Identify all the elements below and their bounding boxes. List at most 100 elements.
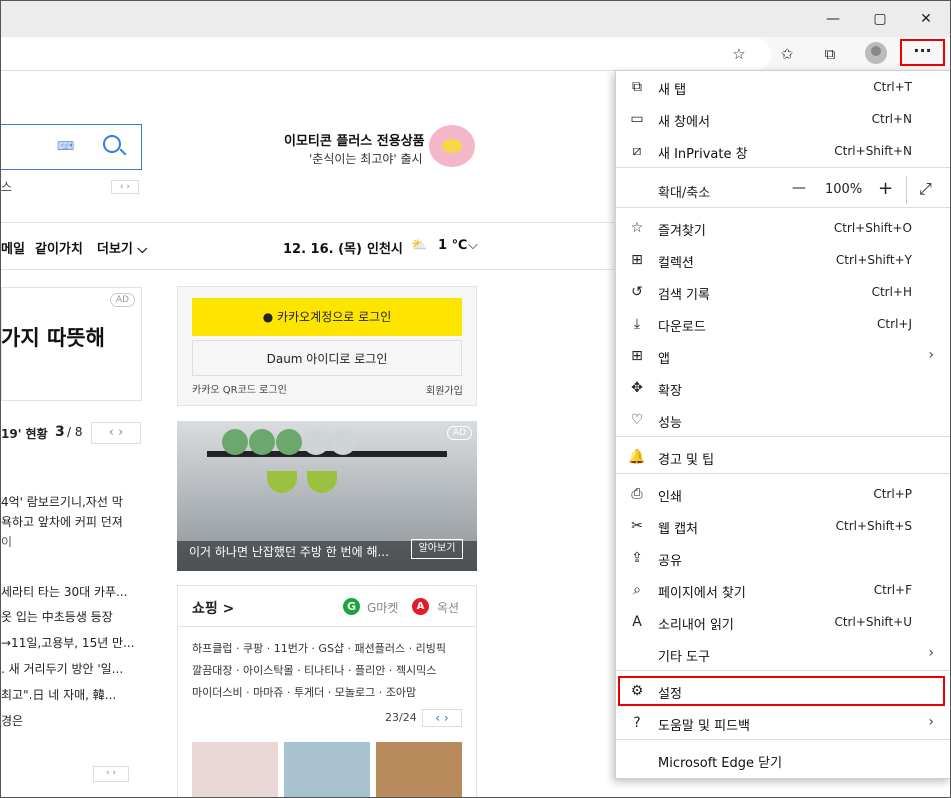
history-icon: ↺ — [631, 284, 643, 300]
zoom-in-button[interactable]: + — [878, 178, 893, 199]
menu-item-share[interactable]: ⇪ 공유 — [616, 542, 950, 574]
add-favorite-icon[interactable]: ☆ — [728, 44, 750, 64]
news-item[interactable]: 욕하고 앞차에 커피 던져 — [1, 513, 123, 530]
inprivate-icon: ⧄ — [632, 143, 642, 159]
search-icon[interactable] — [103, 135, 121, 153]
profile-avatar[interactable] — [865, 42, 887, 64]
product-thumbnail[interactable] — [376, 742, 462, 797]
find-icon: ⌕ — [633, 582, 641, 598]
dish-ad-caption[interactable]: 이거 하나면 난잡했던 주방 한 번에 해... — [189, 543, 389, 560]
weather-temp[interactable]: 1 ℃ — [438, 238, 467, 253]
rank-total: / 8 — [67, 425, 83, 439]
product-thumbnail[interactable] — [284, 742, 370, 797]
menu-item-collections[interactable]: ⊞ 컬렉션 Ctrl+Shift+Y — [616, 244, 950, 276]
auction-link[interactable]: 옥션 — [437, 599, 459, 616]
learn-more-button[interactable]: 알아보기 — [411, 539, 463, 559]
menu-item-label: 웹 캡처 — [658, 522, 699, 537]
ad-headline[interactable]: 가지 따뜻해 — [1, 322, 105, 352]
address-bar[interactable] — [1, 38, 771, 70]
news-item[interactable]: 이 — [1, 533, 12, 550]
favorites-icon[interactable]: ✩ — [776, 44, 798, 64]
shopping-title[interactable]: 쇼핑 > — [192, 598, 234, 618]
read-aloud-icon: A — [632, 614, 642, 630]
news-item[interactable]: →11일,고용부, 15년 만... — [1, 634, 135, 651]
shop-links-line[interactable]: 깔끔대장 · 아이스탁몰 · 티나티나 · 플리안 · 젝시믹스 — [192, 662, 436, 678]
menu-item-label: 다운로드 — [658, 320, 706, 335]
news-item[interactable]: 최고".日 네 자매, 韓... — [1, 686, 116, 703]
news-pager[interactable]: ‹ › — [93, 766, 129, 782]
weather-city[interactable]: 인천시 — [367, 238, 403, 257]
menu-item-item-19[interactable]: Microsoft Edge 닫기 — [616, 744, 950, 776]
news-item[interactable]: . 새 거리두기 방안 '일... — [1, 660, 123, 677]
minimize-button[interactable]: — — [821, 9, 845, 29]
product-thumbnail[interactable] — [192, 742, 278, 797]
emoticon-image[interactable] — [429, 125, 475, 167]
shop-links-line[interactable]: 하프클럽 · 쿠팡 · 11번가 · GS샵 · 패션플러스 · 리빙픽 — [192, 640, 446, 656]
menu-item-new-window[interactable]: ▭ 새 창에서 Ctrl+N — [616, 103, 950, 135]
menu-item-favorites[interactable]: ☆ 즐겨찾기 Ctrl+Shift+O — [616, 212, 950, 244]
search-box[interactable]: ⌨ — [1, 124, 142, 170]
gmarket-link[interactable]: G마켓 — [367, 599, 398, 616]
menu-item-label: 앱 — [658, 352, 670, 367]
menu-item-label: 새 탭 — [658, 83, 687, 98]
menu-item-shortcut: Ctrl+H — [871, 285, 912, 299]
collections-icon[interactable]: ⧉ — [819, 44, 841, 64]
alerts-icon: 🔔 — [628, 449, 646, 465]
menu-item-new-tab[interactable]: ⧉ 새 탭 Ctrl+T — [616, 71, 950, 103]
menu-item-label: 검색 기록 — [658, 288, 710, 303]
menu-item-label: 즐겨찾기 — [658, 224, 706, 239]
menu-item-help[interactable]: ? 도움말 및 피드백 › — [616, 707, 950, 739]
keyboard-icon[interactable]: ⌨ — [57, 139, 74, 153]
menu-item-inprivate[interactable]: ⧄ 새 InPrivate 창 Ctrl+Shift+N — [616, 135, 950, 167]
nav-more[interactable]: 더보기 ⌵ — [97, 238, 147, 257]
menu-item-label: 확장 — [658, 384, 682, 399]
zoom-out-button[interactable]: — — [792, 180, 806, 196]
menu-item-print[interactable]: ⎙ 인쇄 Ctrl+P — [616, 478, 950, 510]
menu-item-label: 기타 도구 — [658, 650, 710, 665]
print-icon: ⎙ — [631, 486, 643, 502]
weather-dropdown-icon[interactable]: ⌵ — [468, 238, 478, 253]
menu-item-web-capture[interactable]: ✂ 웹 캡처 Ctrl+Shift+S — [616, 510, 950, 542]
menu-item-alerts[interactable]: 🔔 경고 및 팁 — [616, 441, 950, 473]
menu-item-download[interactable]: ⤓ 다운로드 Ctrl+J — [616, 308, 950, 340]
chevron-right-icon: › — [928, 714, 934, 730]
signup-link[interactable]: 회원가입 — [426, 382, 463, 397]
extensions-icon: ✥ — [631, 380, 643, 396]
menu-item-item-16[interactable]: 기타 도구 › — [616, 638, 950, 670]
menu-item-apps[interactable]: ⊞ 앱 › — [616, 340, 950, 372]
rank-pager[interactable]: ‹ › — [91, 422, 141, 444]
nav-mail[interactable]: 메일 — [1, 238, 25, 257]
emoticon-subtitle[interactable]: '춘식이는 최고야' 출시 — [309, 150, 423, 167]
settings-and-more-button[interactable]: ··· — [900, 39, 945, 66]
menu-item-read-aloud[interactable]: A 소리내어 읽기 Ctrl+Shift+U — [616, 606, 950, 638]
menu-item-performance[interactable]: ♡ 성능 — [616, 404, 950, 436]
auction-logo-icon[interactable]: A — [412, 598, 429, 615]
shop-links-line[interactable]: 마이더스비 · 마마쥬 · 투게더 · 모놀로그 · 조아맘 — [192, 684, 416, 700]
menu-item-history[interactable]: ↺ 검색 기록 Ctrl+H — [616, 276, 950, 308]
qr-login-link[interactable]: 카카오 QR코드 로그인 — [192, 381, 287, 396]
news-item[interactable]: 경은 — [1, 712, 23, 729]
ad-badge: AD — [109, 293, 135, 307]
settings-highlight — [618, 676, 945, 706]
fullscreen-icon[interactable]: ⤢ — [919, 179, 932, 199]
emoticon-title[interactable]: 이모티콘 플러스 전용상품 — [284, 130, 425, 149]
daum-login-button[interactable]: Daum 아이디로 로그인 — [192, 340, 462, 376]
menu-item-find[interactable]: ⌕ 페이지에서 찾기 Ctrl+F — [616, 574, 950, 606]
news-item[interactable]: 4억' 람보르기니,자선 막 — [1, 493, 123, 510]
menu-item-label: Microsoft Edge 닫기 — [658, 756, 783, 771]
maximize-button[interactable]: ▢ — [868, 9, 892, 29]
menu-item-label: 소리내어 읽기 — [658, 618, 734, 633]
gmarket-logo-icon[interactable]: G — [343, 598, 360, 615]
hint-pager[interactable]: ‹ › — [111, 180, 139, 194]
menu-separator — [616, 473, 950, 474]
kakao-login-button[interactable]: ● 카카오계정으로 로그인 — [192, 298, 462, 336]
news-item[interactable]: 세라티 타는 30대 카푸... — [1, 583, 127, 600]
close-window-button[interactable]: ✕ — [914, 9, 938, 29]
shop-page-indicator: 23/24 — [385, 711, 417, 724]
new-window-icon: ▭ — [630, 111, 644, 127]
shop-pager[interactable]: ‹ › — [422, 709, 462, 727]
favorites-icon: ☆ — [630, 220, 644, 236]
nav-together[interactable]: 같이가치 — [35, 238, 83, 257]
news-item[interactable]: 옷 입는 中초등생 등장 — [1, 608, 113, 625]
menu-item-extensions[interactable]: ✥ 확장 — [616, 372, 950, 404]
